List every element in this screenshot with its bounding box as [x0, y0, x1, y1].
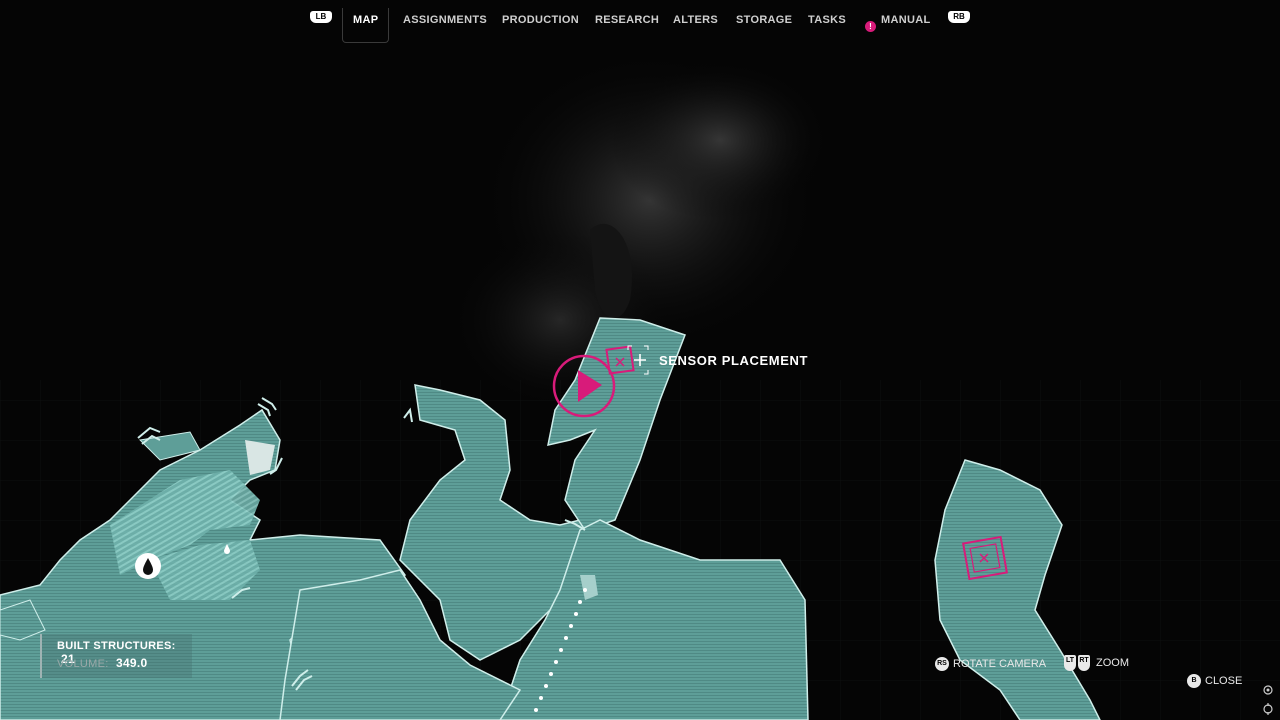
top-navigation: LB MAP ASSIGNMENTS PRODUCTION RESEARCH A… [0, 8, 1280, 43]
stats-panel: BUILT STRUCTURES: 21 VOLUME: 349.0 [40, 634, 192, 678]
rs-button-icon: RS [935, 657, 949, 671]
volume-label: VOLUME: [57, 658, 109, 670]
zoom-label: ZOOM [1096, 656, 1129, 669]
tab-map[interactable]: MAP [341, 8, 390, 43]
tab-alters[interactable]: ALTERS [673, 14, 718, 36]
volume-row: VOLUME: 349.0 [57, 656, 148, 670]
lt-button-icon: LT [1064, 655, 1076, 671]
tab-tasks[interactable]: TASKS [808, 14, 846, 36]
water-drop-icon[interactable] [135, 553, 161, 579]
sensor-placement-label: SENSOR PLACEMENT [659, 353, 809, 368]
map-canvas[interactable] [0, 0, 1280, 720]
rt-button-icon: RT [1078, 655, 1090, 671]
tab-production[interactable]: PRODUCTION [502, 14, 579, 36]
tab-research[interactable]: RESEARCH [595, 14, 659, 36]
tab-assignments[interactable]: ASSIGNMENTS [403, 14, 487, 36]
zoom-hint[interactable]: LT RT ZOOM [1064, 655, 1129, 671]
lb-button[interactable]: LB [310, 11, 332, 23]
close-hint[interactable]: B CLOSE [1187, 674, 1242, 688]
built-structures-label: BUILT STRUCTURES: [57, 640, 176, 652]
manual-alert-icon: ! [865, 21, 876, 32]
rotate-camera-label: ROTATE CAMERA [953, 657, 1047, 670]
close-label: CLOSE [1205, 674, 1243, 687]
locate-icon [1263, 703, 1273, 715]
tab-manual[interactable]: MANUAL [881, 14, 930, 36]
target-icon [1263, 685, 1273, 695]
rotate-camera-hint[interactable]: RS ROTATE CAMERA [935, 657, 1046, 671]
tab-storage[interactable]: STORAGE [736, 14, 792, 36]
volume-value: 349.0 [115, 656, 148, 670]
rb-button[interactable]: RB [948, 11, 970, 23]
b-button-icon: B [1187, 674, 1201, 688]
